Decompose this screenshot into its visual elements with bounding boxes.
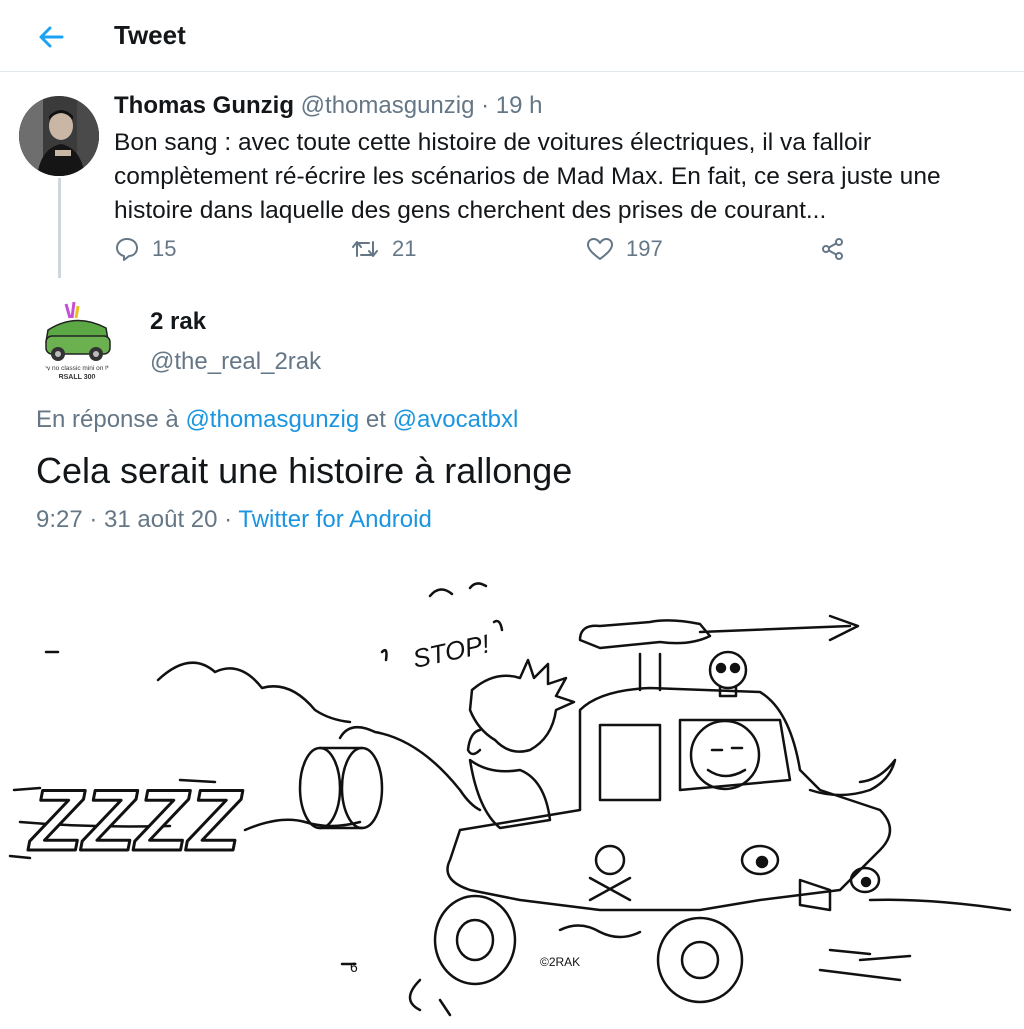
tweet-text: Bon sang : avec toute cette histoire de … — [114, 129, 941, 224]
tweet-date[interactable]: 31 août 20 — [104, 506, 217, 533]
tweet-image[interactable]: ZZZZ STOP! 6 ©2RAK — [0, 560, 1024, 1024]
thread-connector — [58, 178, 61, 278]
back-button[interactable] — [36, 22, 66, 52]
author-name[interactable]: 2 rak — [150, 308, 206, 336]
author-handle[interactable]: @thomasgunzig — [301, 92, 475, 119]
reply-count: 15 — [152, 236, 177, 261]
page-title: Tweet — [114, 20, 186, 50]
arrow-left-icon — [39, 26, 64, 48]
mention-link[interactable]: @thomasgunzig — [185, 406, 359, 433]
profile-cartoon-car: ny no classic mini on th RSALL 300 — [36, 300, 118, 382]
avatar-caption: ny no classic mini on th — [43, 365, 111, 372]
top-bar: Tweet — [0, 0, 1024, 72]
separator: · — [474, 92, 496, 119]
author-handle[interactable]: @the_real_2rak — [150, 348, 321, 376]
reply-prefix: En réponse à — [36, 406, 186, 433]
like-count: 197 — [626, 236, 663, 261]
tweet-header: Thomas Gunzig @thomasgunzig · 19 h — [114, 92, 543, 120]
zzz-text: ZZZZ — [27, 773, 244, 869]
profile-photo — [19, 96, 99, 176]
avatar-caption: RSALL 300 — [59, 374, 96, 381]
author-name[interactable]: Thomas Gunzig — [114, 92, 294, 119]
reply-and: et — [359, 406, 393, 433]
separator: · — [82, 506, 105, 533]
timestamp[interactable]: 19 h — [496, 92, 543, 119]
signature: ©2RAK — [540, 955, 580, 969]
small-mark: 6 — [350, 959, 358, 975]
separator: · — [217, 506, 239, 533]
avatar[interactable] — [19, 96, 99, 176]
tweet-source[interactable]: Twitter for Android — [238, 506, 431, 533]
like-button[interactable]: 197 — [586, 236, 663, 262]
share-icon — [822, 238, 843, 260]
retweet-icon — [352, 241, 378, 257]
avatar[interactable]: ny no classic mini on th RSALL 300 — [36, 300, 118, 382]
tweet-meta: 9:27 · 31 août 20 · Twitter for Android — [36, 506, 432, 534]
tweet-text: Cela serait une histoire à rallonge — [36, 450, 573, 491]
tweet-time[interactable]: 9:27 — [36, 506, 83, 533]
reply-icon — [116, 238, 138, 261]
retweet-count: 21 — [392, 236, 417, 261]
tweet-actions: 15 21 197 — [114, 236, 874, 268]
stop-text: STOP! — [410, 628, 492, 673]
mention-link[interactable]: @avocatbxl — [393, 406, 519, 433]
heart-icon — [587, 238, 613, 260]
reply-context: En réponse à @thomasgunzig et @avocatbxl — [36, 406, 518, 434]
reply-button[interactable]: 15 — [114, 236, 176, 262]
retweet-button[interactable]: 21 — [350, 236, 416, 262]
share-button[interactable] — [820, 236, 846, 262]
cartoon-drawing: ZZZZ STOP! 6 ©2RAK — [8, 582, 1012, 1017]
